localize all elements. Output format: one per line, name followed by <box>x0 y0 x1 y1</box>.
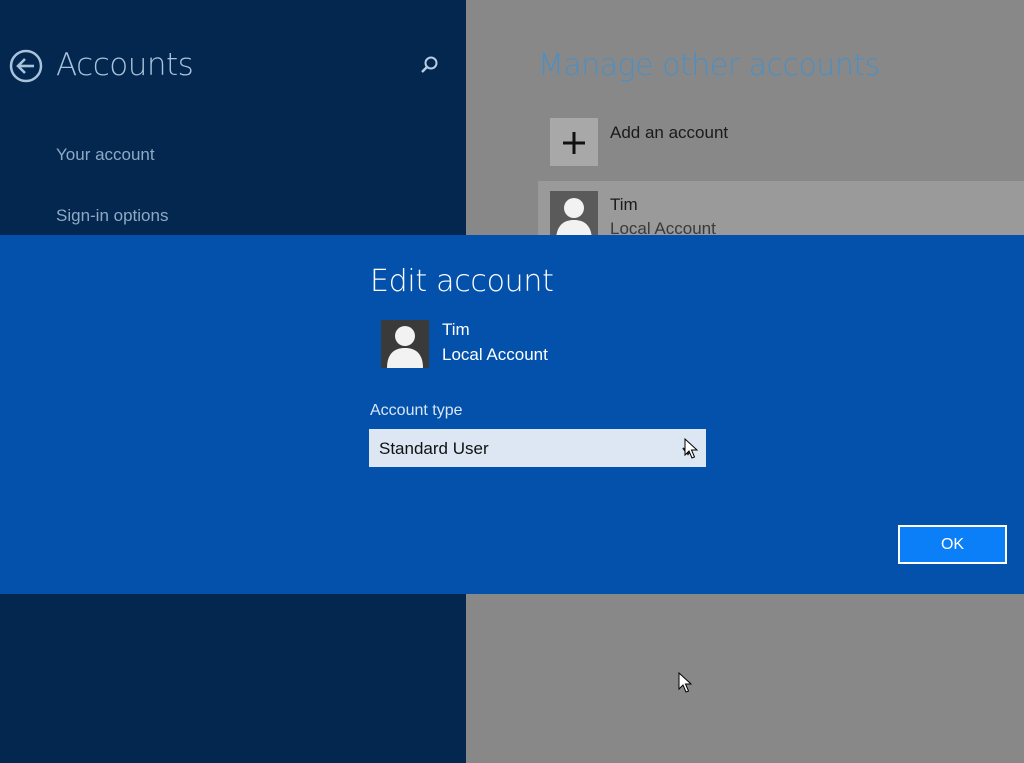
app-window: Accounts Your account Sign-in options Ma… <box>0 0 1024 763</box>
add-account-label: Add an account <box>610 123 729 142</box>
search-icon[interactable] <box>418 54 440 76</box>
back-arrow-circle-icon[interactable] <box>9 49 43 83</box>
account-type-selected-value: Standard User <box>379 439 489 458</box>
nav-item-sign-in-options[interactable]: Sign-in options <box>56 206 168 226</box>
account-type-label: Account type <box>370 402 463 419</box>
dialog-user-type: Local Account <box>442 345 548 364</box>
account-name: Tim <box>610 195 638 214</box>
user-avatar-icon <box>381 320 429 368</box>
account-type-dropdown[interactable]: Standard User <box>369 429 706 467</box>
edit-account-dialog: Edit account Tim Local Account Account t… <box>0 235 1024 594</box>
section-title: Manage other accounts <box>538 48 880 83</box>
account-list-item[interactable]: Tim Local Account <box>538 181 1024 241</box>
ok-button[interactable]: OK <box>898 525 1007 564</box>
add-account-button[interactable]: Add an account <box>550 118 850 168</box>
mouse-cursor-icon <box>678 671 693 694</box>
user-avatar-icon <box>550 191 598 241</box>
mouse-cursor-icon <box>684 437 699 460</box>
dialog-user-name: Tim <box>442 320 470 339</box>
nav-item-your-account[interactable]: Your account <box>56 145 155 165</box>
dialog-title: Edit account <box>370 264 554 299</box>
page-title: Accounts <box>56 47 194 83</box>
plus-icon <box>550 118 598 166</box>
